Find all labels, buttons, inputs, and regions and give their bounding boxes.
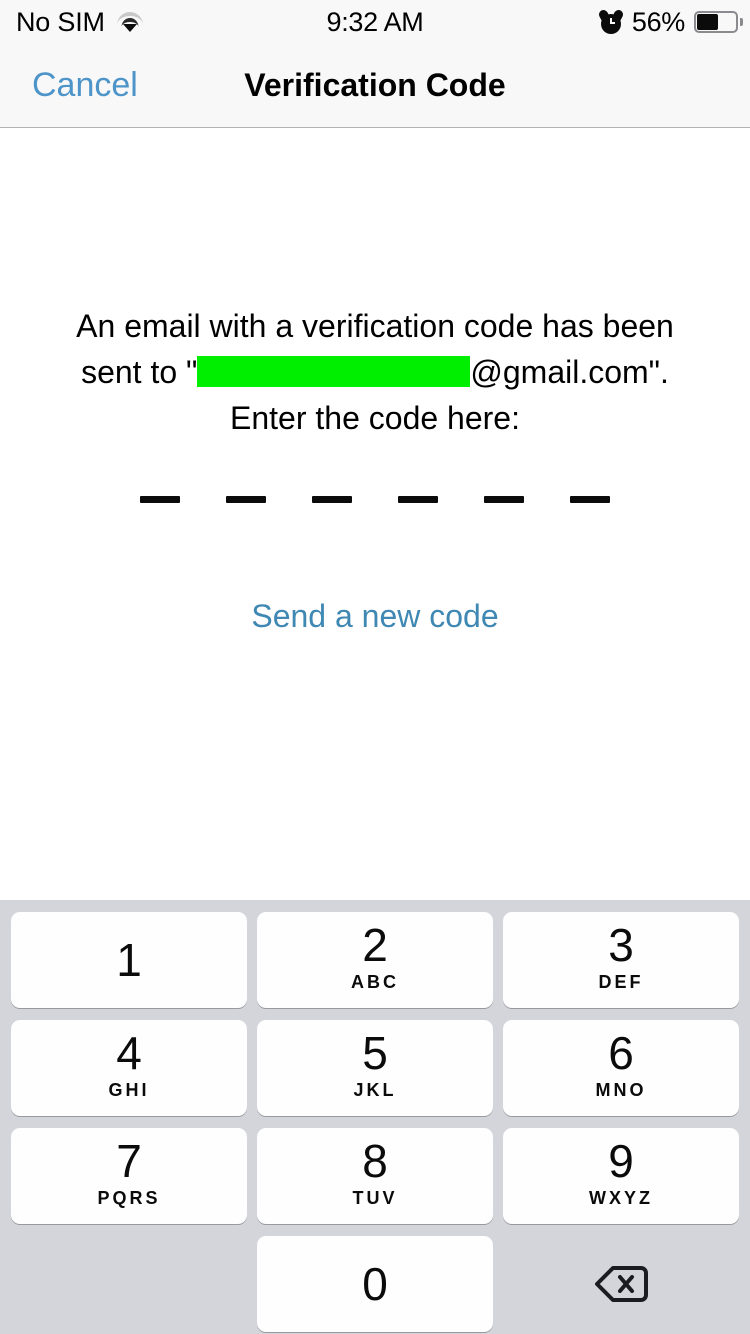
keypad-key-6-digit: 6 <box>608 1027 634 1079</box>
keypad-key-6[interactable]: 6 MNO <box>503 1020 739 1116</box>
keypad-key-7-letters: PQRS <box>97 1188 161 1208</box>
page-title: Verification Code <box>244 67 506 103</box>
code-digit-slot[interactable] <box>484 496 524 503</box>
prompt-line-1: An email with a verification code has be… <box>76 308 674 344</box>
navigation-bar: Cancel Verification Code <box>0 44 750 128</box>
code-digit-slot[interactable] <box>226 496 266 503</box>
keypad-row-2: 4 GHI 5 JKL 6 MNO <box>11 1020 739 1116</box>
keypad-key-8[interactable]: 8 TUV <box>257 1128 493 1224</box>
keypad-row-1: 1 2 ABC 3 DEF <box>11 912 739 1008</box>
code-digit-slot[interactable] <box>312 496 352 503</box>
status-bar: No SIM 9:32 AM 56% <box>0 0 750 44</box>
keypad-key-2[interactable]: 2 ABC <box>257 912 493 1008</box>
code-digit-slot[interactable] <box>140 496 180 503</box>
battery-icon <box>694 11 743 33</box>
keypad-key-8-letters: TUV <box>352 1188 398 1208</box>
code-digit-slot[interactable] <box>398 496 438 503</box>
keypad-key-2-digit: 2 <box>362 919 388 971</box>
keypad-key-5[interactable]: 5 JKL <box>257 1020 493 1116</box>
keypad-key-9-letters: WXYZ <box>589 1188 653 1208</box>
alarm-clock-icon <box>597 8 625 34</box>
keypad-key-4[interactable]: 4 GHI <box>11 1020 247 1116</box>
phone-screen: No SIM 9:32 AM 56% Cancel Verification C… <box>0 0 750 1334</box>
keypad-key-3-letters: DEF <box>598 972 644 992</box>
keypad-key-0-digit: 0 <box>362 1258 388 1310</box>
prompt-line-2-prefix: sent to " <box>81 354 198 390</box>
keypad-key-4-letters: GHI <box>108 1080 150 1100</box>
keypad-key-3-digit: 3 <box>608 919 634 971</box>
keypad-key-6-letters: MNO <box>595 1080 647 1100</box>
keypad-key-7-digit: 7 <box>116 1135 142 1187</box>
keypad-key-0[interactable]: 0 <box>257 1236 493 1332</box>
keypad-row-3: 7 PQRS 8 TUV 9 WXYZ <box>11 1128 739 1224</box>
keypad-key-5-letters: JKL <box>353 1080 397 1100</box>
keypad-key-7[interactable]: 7 PQRS <box>11 1128 247 1224</box>
verification-prompt-text: An email with a verification code has be… <box>30 303 720 441</box>
keypad-key-2-letters: ABC <box>351 972 399 992</box>
keypad-key-1[interactable]: 1 <box>11 912 247 1008</box>
keypad-key-1-digit: 1 <box>116 934 142 986</box>
code-digit-slot[interactable] <box>570 496 610 503</box>
keypad-key-4-digit: 4 <box>116 1027 142 1079</box>
keypad-blank-left <box>11 1236 247 1332</box>
keypad-key-9[interactable]: 9 WXYZ <box>503 1128 739 1224</box>
code-input-field[interactable] <box>0 496 750 503</box>
keypad-key-9-digit: 9 <box>608 1135 634 1187</box>
status-bar-right: 56% <box>597 0 743 44</box>
keypad-row-4: 0 <box>11 1236 739 1332</box>
redacted-email-block <box>197 356 471 387</box>
numeric-keypad: 1 2 ABC 3 DEF 4 GHI 5 JKL 6 MNO 7 PQRS 8 TUV 9 WXYZ 0 <box>0 900 750 1334</box>
battery-percent-label: 56% <box>631 6 685 37</box>
prompt-line-3: Enter the code here: <box>230 400 520 436</box>
content-area: An email with a verification code has be… <box>0 128 750 900</box>
backspace-delete-icon[interactable] <box>503 1236 739 1332</box>
send-new-code-link[interactable]: Send a new code <box>0 598 750 635</box>
keypad-key-8-digit: 8 <box>362 1135 388 1187</box>
prompt-line-2-suffix: @gmail.com". <box>470 354 669 390</box>
keypad-key-5-digit: 5 <box>362 1027 388 1079</box>
keypad-key-3[interactable]: 3 DEF <box>503 912 739 1008</box>
